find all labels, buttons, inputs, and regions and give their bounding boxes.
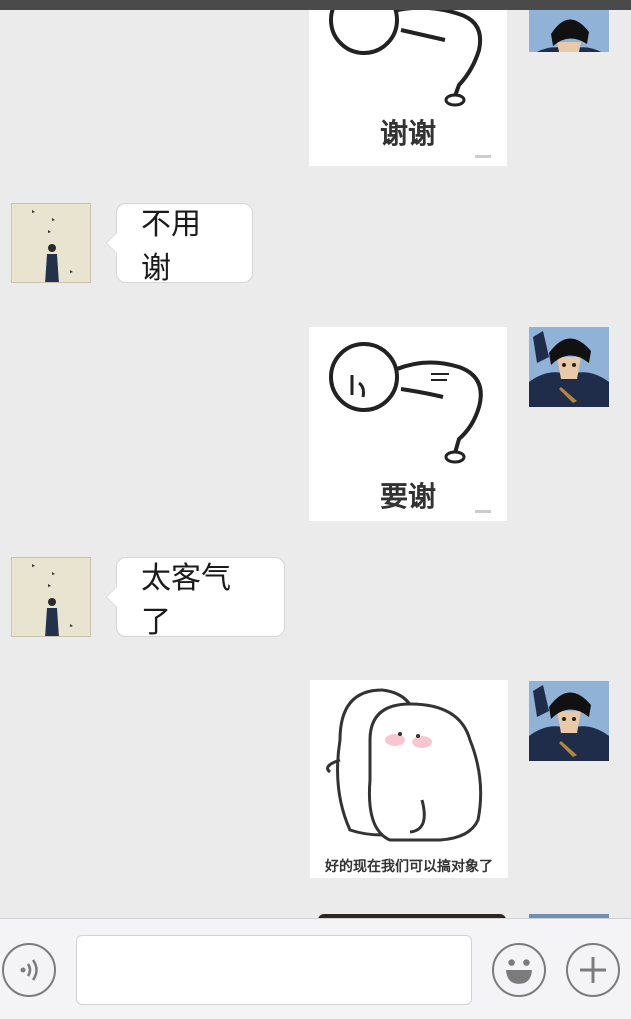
anime-boy-avatar-icon (529, 681, 609, 761)
voice-wave-icon (20, 959, 38, 981)
message-text: 不用谢 (141, 207, 201, 286)
friend-message-bubble[interactable]: 不用谢 (106, 203, 253, 286)
input-bar (0, 918, 631, 1019)
bowing-figure-sticker-icon (329, 10, 482, 107)
girl-silhouette-avatar-icon (12, 204, 90, 282)
sticker-date-now[interactable]: 好的现在我们可以搞对象了 (310, 680, 508, 878)
emoji-button[interactable] (492, 943, 546, 997)
my-avatar[interactable] (529, 681, 609, 761)
voice-button[interactable] (2, 943, 56, 997)
watermark (475, 155, 491, 158)
anime-boy-avatar-icon (529, 10, 609, 52)
friend-message-bubble[interactable]: 太客气了 (106, 557, 285, 640)
status-bar (0, 0, 631, 10)
bowing-figure-sticker-icon (329, 342, 483, 464)
my-avatar[interactable] (529, 10, 609, 52)
chat-message-list[interactable]: 谢谢 不用谢 要谢 太客气了 好的现在我们可以搞对象了 (0, 10, 631, 918)
sticker-caption: 谢谢 (379, 117, 436, 150)
more-button[interactable] (566, 943, 620, 997)
watermark (475, 510, 491, 513)
sticker-must-thank[interactable]: 要谢 (309, 327, 507, 521)
anime-boy-avatar-icon (529, 327, 609, 407)
sticker-thanks[interactable]: 谢谢 (309, 10, 507, 166)
friend-avatar[interactable] (11, 557, 91, 637)
friend-avatar[interactable] (11, 203, 91, 283)
sticker-caption: 要谢 (379, 480, 436, 513)
message-input[interactable] (76, 935, 472, 1005)
hugging-blobs-sticker-icon (326, 688, 483, 842)
girl-silhouette-avatar-icon (12, 558, 90, 636)
plus-icon (580, 957, 606, 983)
smiley-face-icon (506, 959, 532, 984)
my-avatar[interactable] (529, 327, 609, 407)
sticker-caption: 好的现在我们可以搞对象了 (325, 859, 493, 875)
message-text: 太客气了 (141, 561, 231, 640)
